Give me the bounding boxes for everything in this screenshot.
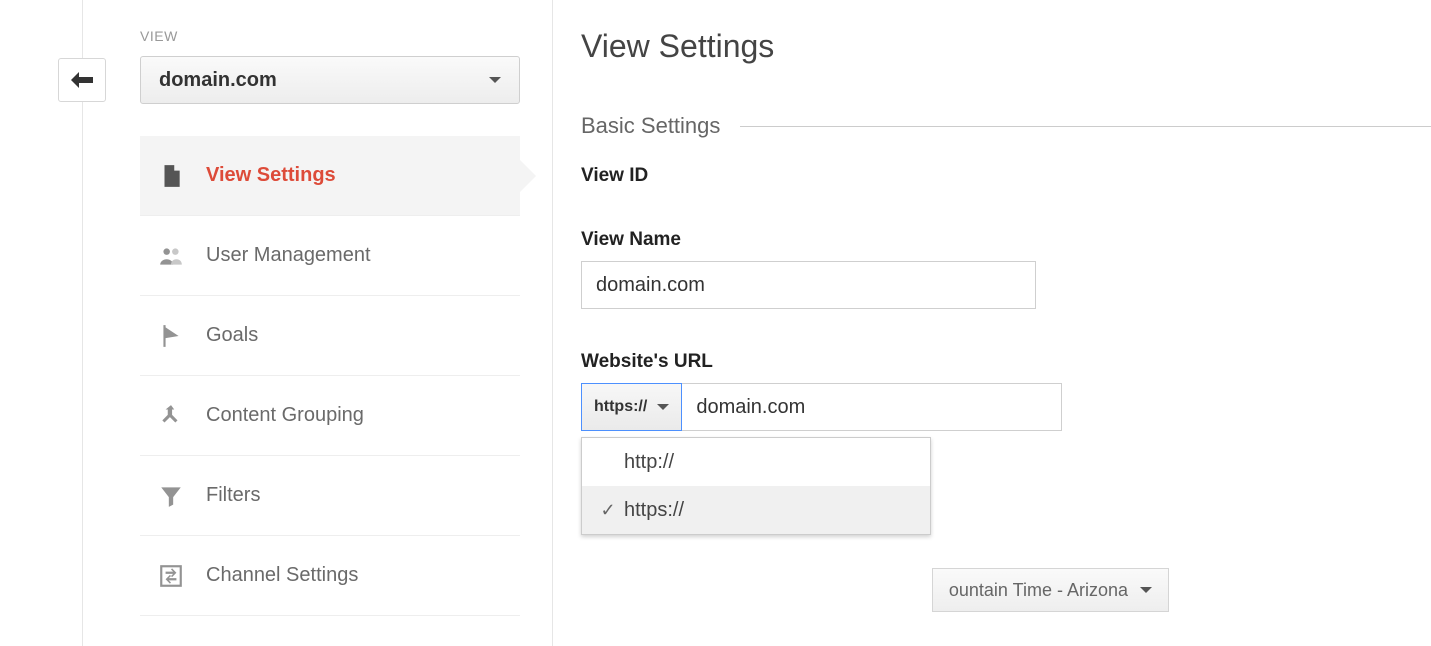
sidebar-item-label: View Settings: [206, 164, 336, 187]
view-name-block: View Name: [581, 229, 1431, 309]
protocol-selected: https://: [594, 398, 647, 416]
protocol-option-label: http://: [624, 451, 674, 474]
website-url-label: Website's URL: [581, 351, 1431, 373]
swap-icon: [158, 563, 184, 589]
protocol-option-https[interactable]: ✓ https://: [582, 486, 930, 534]
main-panel: View Settings Basic Settings View ID Vie…: [552, 0, 1431, 646]
sidebar-item-goals[interactable]: Goals: [140, 296, 520, 376]
view-id-label: View ID: [581, 165, 1431, 187]
sidebar-item-label: Content Grouping: [206, 404, 364, 427]
sidebar-item-label: Goals: [206, 324, 258, 347]
document-icon: [158, 163, 184, 189]
protocol-option-http[interactable]: http://: [582, 438, 930, 486]
sidebar-item-label: Filters: [206, 484, 260, 507]
flag-icon: [158, 323, 184, 349]
sidebar-item-label: User Management: [206, 244, 371, 267]
sidebar-item-filters[interactable]: Filters: [140, 456, 520, 536]
sidebar-item-channel-settings[interactable]: Channel Settings: [140, 536, 520, 616]
chevron-down-icon: [489, 77, 501, 83]
page-title: View Settings: [581, 28, 1431, 65]
chevron-down-icon: [1140, 587, 1152, 593]
section-header: Basic Settings: [581, 113, 1431, 139]
view-name-label: View Name: [581, 229, 1431, 251]
sidebar-item-user-management[interactable]: User Management: [140, 216, 520, 296]
website-url-row: https:// http:// ✓ https://: [581, 383, 1067, 431]
chevron-down-icon: [657, 404, 669, 410]
sidebar-item-view-settings[interactable]: View Settings: [140, 136, 520, 216]
sidebar: VIEW domain.com View Settings User Manag…: [140, 28, 520, 616]
merge-icon: [158, 403, 184, 429]
protocol-option-label: https://: [624, 499, 684, 522]
view-label: VIEW: [140, 28, 520, 44]
users-icon: [158, 243, 184, 269]
view-name-input[interactable]: [581, 261, 1036, 309]
protocol-dropdown-button[interactable]: https://: [581, 383, 682, 431]
section-rule: [740, 126, 1431, 127]
view-selector-value: domain.com: [159, 69, 277, 92]
timezone-value: ountain Time - Arizona: [949, 580, 1128, 601]
sidebar-item-label: Channel Settings: [206, 564, 358, 587]
check-icon: ✓: [596, 500, 620, 521]
section-title: Basic Settings: [581, 113, 720, 139]
view-id-block: View ID: [581, 165, 1431, 187]
sidebar-nav: View Settings User Management Goals Cont…: [140, 136, 520, 616]
funnel-icon: [158, 483, 184, 509]
website-url-block: Website's URL https:// http:// ✓ https:/…: [581, 351, 1431, 431]
protocol-dropdown-menu: http:// ✓ https://: [581, 437, 931, 535]
timezone-dropdown-button[interactable]: ountain Time - Arizona: [932, 568, 1169, 612]
back-button[interactable]: [58, 58, 106, 102]
website-url-input[interactable]: [682, 383, 1062, 431]
view-selector-dropdown[interactable]: domain.com: [140, 56, 520, 104]
back-arrow-icon: [71, 72, 93, 88]
sidebar-item-content-grouping[interactable]: Content Grouping: [140, 376, 520, 456]
